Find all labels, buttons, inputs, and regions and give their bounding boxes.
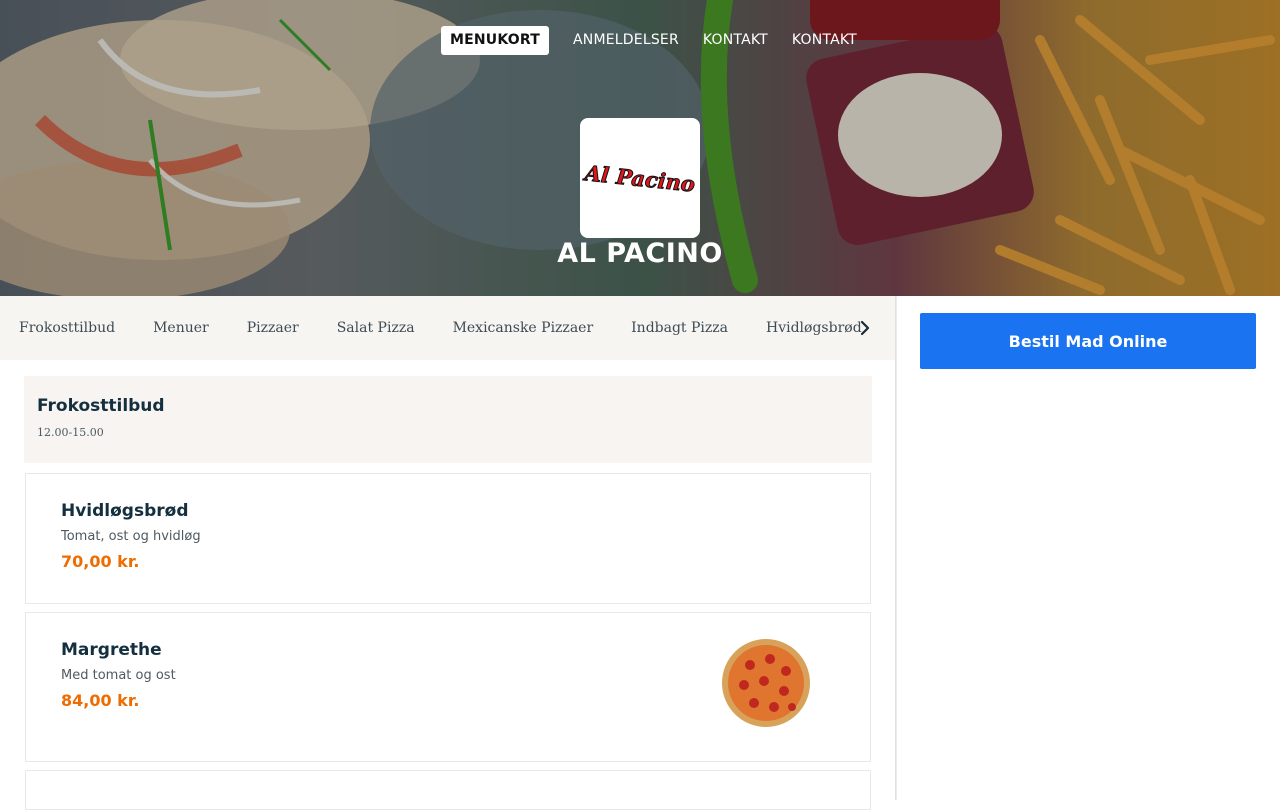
svg-text:Al Pacino: Al Pacino — [582, 160, 696, 197]
panel-divider — [895, 296, 897, 800]
section-title: Frokosttilbud — [37, 396, 165, 416]
restaurant-name: AL PACINO — [557, 238, 723, 269]
menu-item[interactable]: Margrethe Med tomat og ost 84,00 kr. — [25, 612, 871, 762]
menu-item[interactable] — [25, 770, 871, 810]
chevron-right-icon[interactable] — [855, 318, 875, 338]
menu-item[interactable]: Hvidløgsbrød Tomat, ost og hvidløg 70,00… — [25, 473, 871, 604]
category-menuer[interactable]: Menuer — [134, 320, 228, 336]
item-price: 70,00 kr. — [61, 552, 140, 571]
category-salat-pizza[interactable]: Salat Pizza — [318, 320, 434, 336]
item-name: Margrethe — [61, 640, 162, 660]
category-mexicanske-pizzaer[interactable]: Mexicanske Pizzaer — [434, 320, 613, 336]
item-price: 84,00 kr. — [61, 691, 140, 710]
pizza-image — [722, 639, 810, 727]
section-header: Frokosttilbud 12.00-15.00 — [24, 376, 872, 463]
item-description: Med tomat og ost — [61, 668, 176, 683]
category-bar: Frokosttilbud Menuer Pizzaer Salat Pizza… — [0, 296, 895, 360]
order-online-button[interactable]: Bestil Mad Online — [920, 313, 1256, 369]
section-hours: 12.00-15.00 — [37, 426, 104, 439]
nav-menukort[interactable]: MENUKORT — [441, 26, 550, 55]
item-name: Hvidløgsbrød — [61, 501, 189, 521]
nav-kontakt-2[interactable]: KONTAKT — [780, 26, 869, 55]
nav-kontakt[interactable]: KONTAKT — [691, 26, 780, 55]
logo-wordmark: Al Pacino — [581, 160, 696, 198]
category-frokosttilbud[interactable]: Frokosttilbud — [0, 320, 134, 336]
category-pizzaer[interactable]: Pizzaer — [228, 320, 318, 336]
category-indbagt-pizza[interactable]: Indbagt Pizza — [612, 320, 747, 336]
top-nav: MENUKORT ANMELDELSER KONTAKT KONTAKT — [441, 26, 869, 55]
restaurant-logo: Al Pacino — [580, 118, 700, 238]
nav-anmeldelser[interactable]: ANMELDELSER — [561, 26, 691, 55]
item-description: Tomat, ost og hvidløg — [61, 529, 201, 544]
